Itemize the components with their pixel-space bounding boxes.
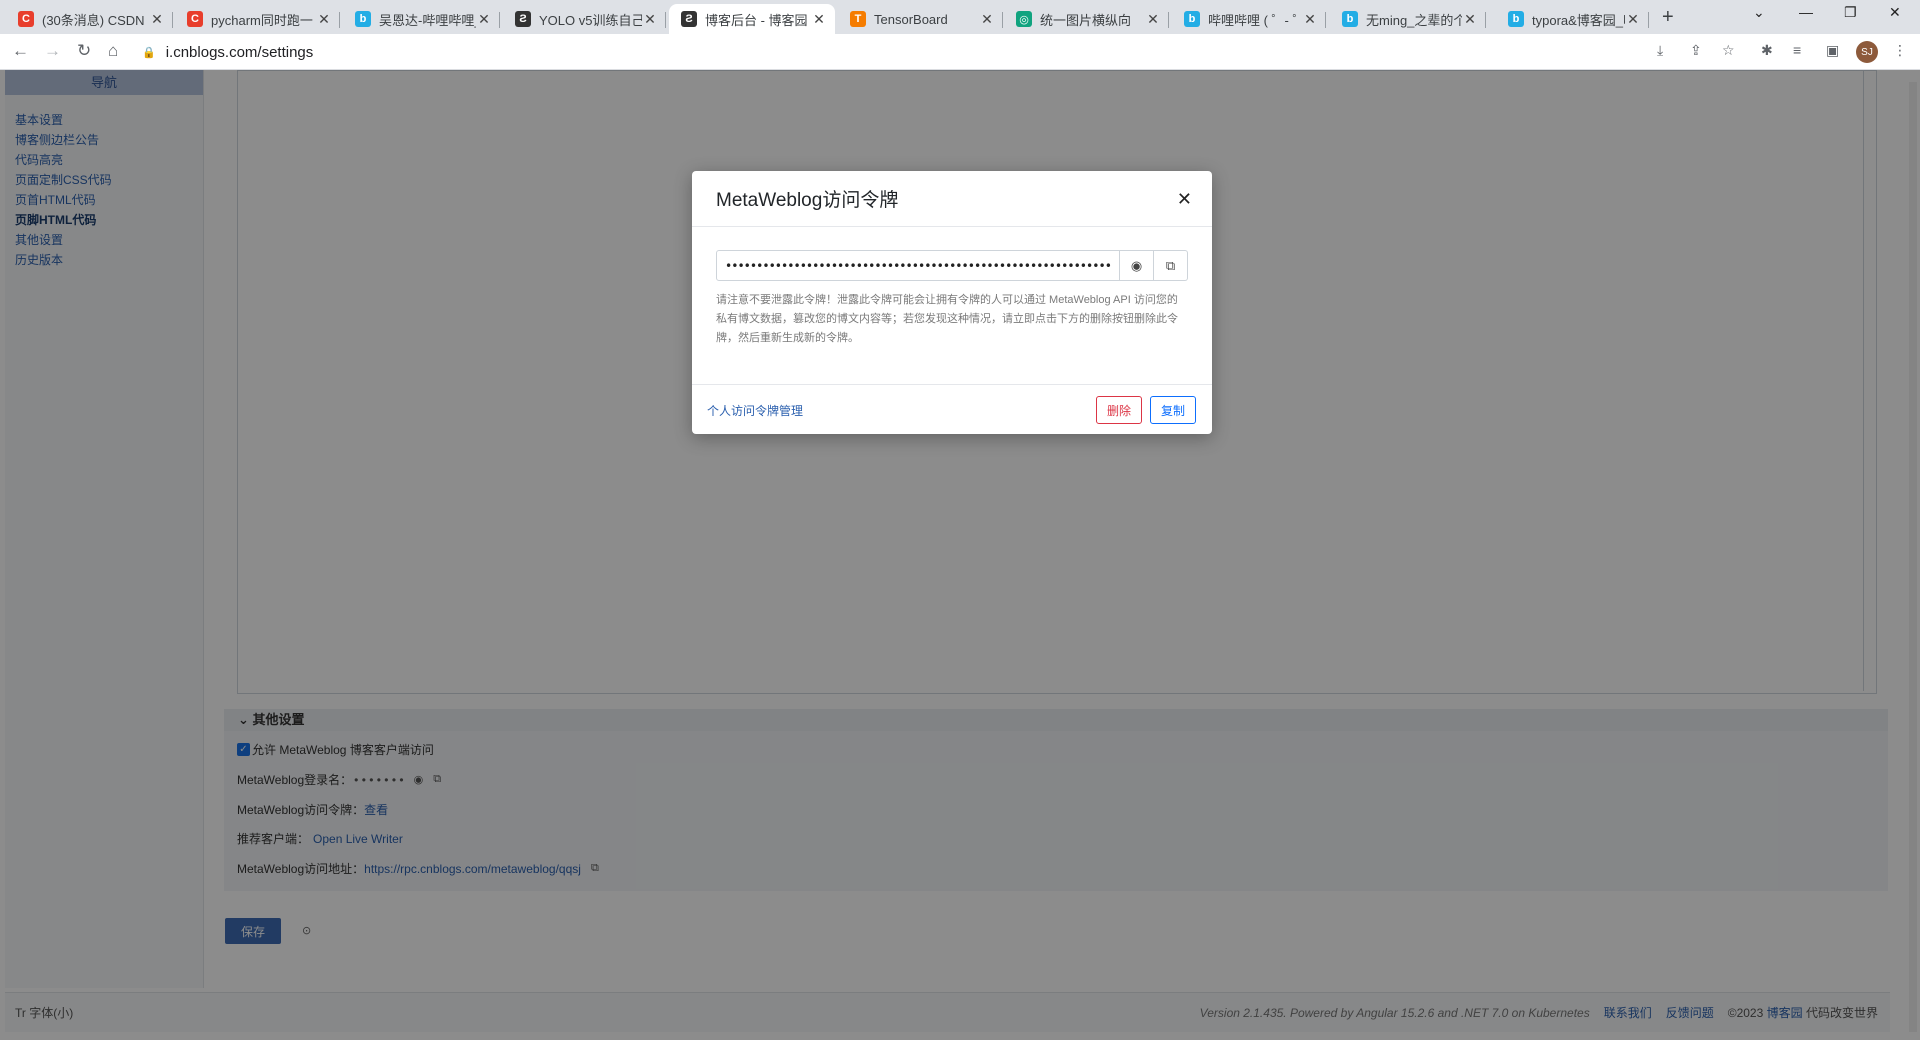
lock-icon[interactable]: 🔒 [142,46,156,59]
close-icon[interactable]: ✕ [1177,189,1192,210]
install-app-icon[interactable]: ⤓ [1657,42,1663,59]
reload-icon[interactable]: ↻ [77,41,91,61]
browser-tab[interactable]: ◎ 统一图片横纵向 ✕ [1004,4,1169,34]
home-icon[interactable]: ⌂ [108,41,118,61]
tab-title: 无ming_之辈的个人 [1366,12,1462,28]
cnblogs-icon: Ƨ [681,11,697,27]
bilibili-icon: b [1342,11,1358,27]
share-icon[interactable]: ⇪ [1690,42,1702,59]
tab-title: pycharm同时跑一 [211,12,313,28]
tab-title: YOLO v5训练自己 [539,12,642,28]
browser-toolbar: ← → ↻ ⌂ 🔒 i.cnblogs.com/settings ⤓ ⇪ ☆ ✱… [0,34,1920,70]
restore-icon[interactable]: ❐ [1844,4,1857,21]
tab-title: (30条消息) CSDN [42,12,145,28]
menu-icon[interactable]: ⋮ [1893,42,1907,59]
tab-separator [1485,12,1486,28]
browser-tab[interactable]: b typora&博客园_哔✕ [1496,4,1649,34]
browser-tab[interactable]: C (30条消息) CSDN ✕ [6,4,173,34]
token-warning-text: 请注意不要泄露此令牌！泄露此令牌可能会让拥有令牌的人可以通过 MetaWeblo… [716,294,1178,344]
browser-tab[interactable]: Ƨ YOLO v5训练自己 ✕ [503,4,666,34]
browser-tab[interactable]: T TensorBoard ✕ [838,4,1003,34]
close-tab-icon[interactable]: ✕ [811,11,827,28]
token-input-group: ◉ ⧉ [716,250,1188,281]
tab-separator [1168,12,1169,28]
url-text: i.cnblogs.com/settings [165,43,314,61]
csdn-icon: C [18,11,34,27]
tab-separator [172,12,173,28]
bilibili-icon: b [1184,11,1200,27]
token-manage-link[interactable]: 个人访问令牌管理 [707,402,803,419]
forward-icon[interactable]: → [44,41,61,61]
chatgpt-icon: ◎ [1016,11,1032,27]
tab-separator [499,12,500,28]
back-icon[interactable]: ← [12,41,29,61]
close-tab-icon[interactable]: ✕ [476,11,492,28]
close-tab-icon[interactable]: ✕ [149,11,165,28]
close-tab-icon[interactable]: ✕ [1302,11,1318,28]
close-tab-icon[interactable]: ✕ [1145,11,1161,28]
tab-search-icon[interactable]: ⌄ [1753,4,1765,21]
new-tab-button[interactable]: + [1662,6,1674,29]
tab-title: TensorBoard [874,11,948,27]
tab-title: 统一图片横纵向 [1040,12,1132,28]
minimize-icon[interactable]: — [1799,4,1813,20]
avatar[interactable]: SJ [1856,41,1878,63]
tab-title: 哔哩哔哩 ( ゜- ゜)つ [1208,12,1302,28]
tab-title: 吴恩达-哔哩哔哩_b [379,12,476,28]
cnblogs-icon: Ƨ [515,11,531,27]
bookmark-star-icon[interactable]: ☆ [1722,42,1735,59]
copy-icon[interactable]: ⧉ [1154,250,1188,281]
modal-footer: 个人访问令牌管理 删除 复制 [692,384,1212,434]
bilibili-icon: b [1508,11,1524,27]
browser-tab[interactable]: Cpycharm同时跑一 ✕ [175,4,340,34]
reading-list-icon[interactable]: ≡ [1793,42,1801,58]
csdn-icon: C [187,11,203,27]
copy-button[interactable]: 复制 [1150,396,1197,424]
close-tab-icon[interactable]: ✕ [979,11,995,28]
browser-tab[interactable]: b 哔哩哔哩 ( ゜- ゜)つ✕ [1172,4,1326,34]
tab-title: 博客后台 - 博客园 [705,12,808,28]
tab-separator [1002,12,1003,28]
address-bar[interactable]: 🔒 i.cnblogs.com/settings [142,39,1632,65]
browser-tab-strip: C(30条消息) CSDN✕Cpycharm同时跑一✕b吴恩达-哔哩哔哩_b✕Ƨ… [0,0,1920,34]
browser-tab[interactable]: Ƨ 博客后台 - 博客园 ✕ [669,4,835,34]
close-tab-icon[interactable]: ✕ [642,11,658,28]
tab-separator [1648,12,1649,28]
modal-title: MetaWeblog访问令牌 [716,190,899,211]
close-tab-icon[interactable]: ✕ [1462,11,1478,28]
tab-title: typora&博客园_哔 [1532,12,1625,28]
token-modal: MetaWeblog访问令牌 ✕ ◉ ⧉ 请注意不要泄露此令牌！泄露此令牌可能会… [692,171,1212,434]
browser-tab[interactable]: b 无ming_之辈的个人✕ [1330,4,1486,34]
tab-separator [1325,12,1326,28]
tensorboard-icon: T [850,11,866,27]
bilibili-icon: b [355,11,371,27]
close-window-icon[interactable]: ✕ [1889,4,1901,21]
modal-header: MetaWeblog访问令牌 [692,171,1212,227]
tab-separator [339,12,340,28]
extensions-icon[interactable]: ✱ [1761,42,1773,59]
delete-button[interactable]: 删除 [1096,396,1143,424]
tab-separator [665,12,666,28]
browser-tab[interactable]: b 吴恩达-哔哩哔哩_b✕ [343,4,500,34]
eye-icon[interactable]: ◉ [1120,250,1154,281]
close-tab-icon[interactable]: ✕ [1625,11,1641,28]
side-panel-icon[interactable]: ▣ [1826,42,1839,59]
close-tab-icon[interactable]: ✕ [316,11,332,28]
token-input[interactable] [716,250,1120,281]
